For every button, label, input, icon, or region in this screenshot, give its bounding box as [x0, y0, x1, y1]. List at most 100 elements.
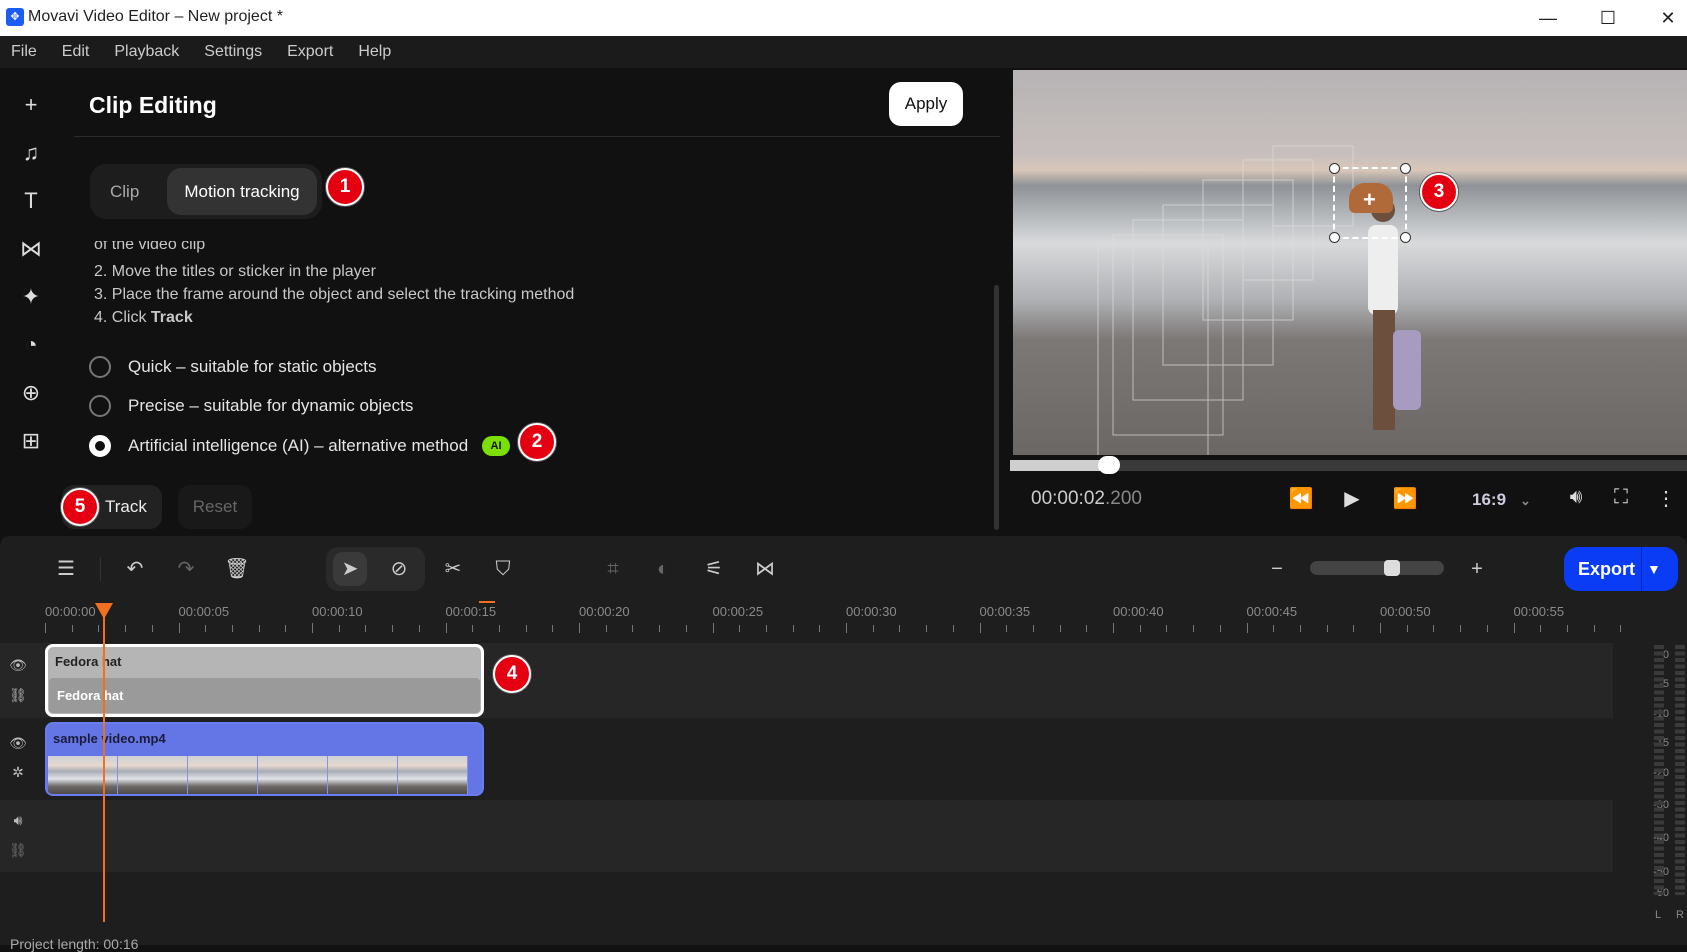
text-icon[interactable]: T [16, 186, 46, 216]
effects-icon[interactable]: ✲ [8, 764, 28, 781]
ruler-tick [392, 625, 394, 632]
video-preview[interactable]: + 3 [1013, 70, 1687, 455]
transition-icon[interactable]: ⋈ [748, 552, 782, 586]
tracking-frame[interactable]: + [1329, 163, 1411, 243]
unlink-icon[interactable]: ⛓︎ [8, 842, 28, 859]
callout-4: 4 [493, 655, 531, 693]
method-quick[interactable]: Quick – suitable for static objects [89, 354, 377, 380]
undo-icon[interactable]: ↶ [118, 552, 152, 586]
link-icon[interactable]: ⛓︎ [8, 687, 28, 704]
color-icon[interactable]: ◐ [646, 552, 680, 586]
progress-knob[interactable] [1098, 456, 1120, 474]
ruler-tick [285, 625, 287, 632]
zoom-slider-knob[interactable] [1384, 560, 1400, 576]
ruler-label: 00:00:30 [846, 604, 897, 619]
stickers-icon[interactable]: ⊕ [16, 378, 46, 408]
tab-clip[interactable]: Clip [110, 168, 139, 215]
playhead-line[interactable] [103, 610, 105, 922]
apply-button[interactable]: Apply [889, 82, 963, 126]
play-icon[interactable]: ▶ [1337, 486, 1367, 511]
radio-quick[interactable] [89, 356, 111, 378]
volume-icon[interactable]: 🔊︎ [1561, 486, 1591, 509]
ruler-tick [1513, 623, 1515, 633]
window-title: Movavi Video Editor – New project * [28, 8, 283, 25]
aspect-ratio-select[interactable]: 16:9 ⌄ [1472, 490, 1531, 510]
tab-motion-tracking[interactable]: Motion tracking [167, 168, 317, 215]
close-button[interactable]: ✕ [1648, 4, 1687, 32]
music-icon[interactable]: ♫ [16, 138, 46, 168]
delete-icon[interactable]: 🗑︎ [220, 552, 254, 586]
tracking-trail [1097, 145, 1354, 455]
ruler-tick [579, 623, 580, 633]
instruction-text: 4. Click [94, 309, 151, 326]
fullscreen-icon[interactable]: ⛶ [1606, 486, 1636, 509]
method-ai[interactable]: Artificial intelligence (AI) – alternati… [89, 433, 468, 459]
resize-handle[interactable] [1329, 163, 1340, 174]
menu-help[interactable]: Help [347, 36, 405, 68]
adjust-icon[interactable]: ⚟ [697, 552, 731, 586]
thumbnail [188, 756, 258, 794]
crop-icon[interactable]: ⌗ [596, 552, 630, 586]
ruler-tick [151, 625, 153, 632]
plus-icon[interactable]: + [16, 90, 46, 120]
ruler-tick [178, 623, 180, 633]
ruler-tick [1032, 625, 1034, 632]
marker-icon[interactable]: ⛉ [486, 552, 520, 586]
ruler-tick [1353, 625, 1355, 632]
clip-body: Fedora hat [49, 678, 480, 713]
video-clip[interactable]: sample video.mp4 [45, 722, 484, 796]
fast-forward-icon[interactable]: ⏩ [1390, 486, 1420, 511]
zoom-out-icon[interactable]: − [1260, 552, 1294, 586]
timecode-ms: .200 [1104, 488, 1142, 509]
menu-playback[interactable]: Playback [103, 36, 193, 68]
ruler-tick [872, 625, 874, 632]
menu-file[interactable]: File [0, 36, 51, 68]
magic-icon[interactable]: ✦ [16, 282, 46, 312]
cut-icon[interactable]: ✂ [436, 552, 470, 586]
ruler-tick [1486, 625, 1488, 632]
ruler-tick [498, 625, 500, 632]
ai-tool-icon[interactable]: ⊘ [382, 552, 416, 586]
filters-icon[interactable]: ◔ [16, 330, 46, 360]
ruler-tick [1219, 625, 1221, 632]
rewind-icon[interactable]: ⏪ [1286, 486, 1316, 511]
meter-left-channel [1654, 645, 1664, 895]
reset-button[interactable]: Reset [178, 485, 252, 529]
divider [100, 557, 101, 581]
eye-icon[interactable]: 👁︎ [8, 657, 28, 674]
radio-ai[interactable] [89, 435, 111, 457]
callout-1: 1 [326, 168, 364, 206]
playhead-handle[interactable] [95, 603, 113, 619]
radio-precise[interactable] [89, 395, 111, 417]
ruler-tick [979, 623, 981, 633]
ruler-label: 00:00:20 [579, 604, 630, 619]
title-clip[interactable]: Fedora hat Fedora hat [45, 644, 484, 717]
menu-settings[interactable]: Settings [193, 36, 276, 68]
export-button[interactable]: Export ▼ [1564, 547, 1678, 591]
maximize-button[interactable]: ☐ [1588, 4, 1628, 32]
menu-export[interactable]: Export [276, 36, 347, 68]
minimize-button[interactable]: — [1528, 4, 1568, 32]
eye-icon[interactable]: 👁︎ [8, 735, 28, 752]
resize-handle[interactable] [1400, 163, 1411, 174]
resize-handle[interactable] [1329, 232, 1340, 243]
add-track-icon[interactable]: ☰ [49, 552, 83, 586]
select-pointer-icon[interactable]: ➤ [333, 552, 367, 586]
chevron-down-icon[interactable]: ▼ [1647, 547, 1661, 591]
ruler-tick [71, 625, 73, 632]
menu-edit[interactable]: Edit [51, 36, 104, 68]
redo-icon[interactable]: ↷ [169, 552, 203, 586]
more-tools-icon[interactable]: ⊞ [16, 426, 46, 456]
ruler-tick [1380, 623, 1381, 633]
transitions-icon[interactable]: ⋈ [16, 234, 46, 264]
timeline-zoom-slider[interactable] [1310, 561, 1444, 575]
preview-scene [1097, 145, 1421, 455]
volume-icon[interactable]: 🔊︎ [8, 812, 28, 829]
panel-scrollbar[interactable] [994, 285, 999, 530]
progress-fill [1010, 460, 1110, 471]
zoom-in-icon[interactable]: + [1460, 552, 1494, 586]
method-precise[interactable]: Precise – suitable for dynamic objects [89, 393, 413, 419]
resize-handle[interactable] [1400, 232, 1411, 243]
move-crosshair-icon: + [1363, 187, 1376, 212]
more-options-icon[interactable]: ⋮ [1651, 486, 1681, 511]
